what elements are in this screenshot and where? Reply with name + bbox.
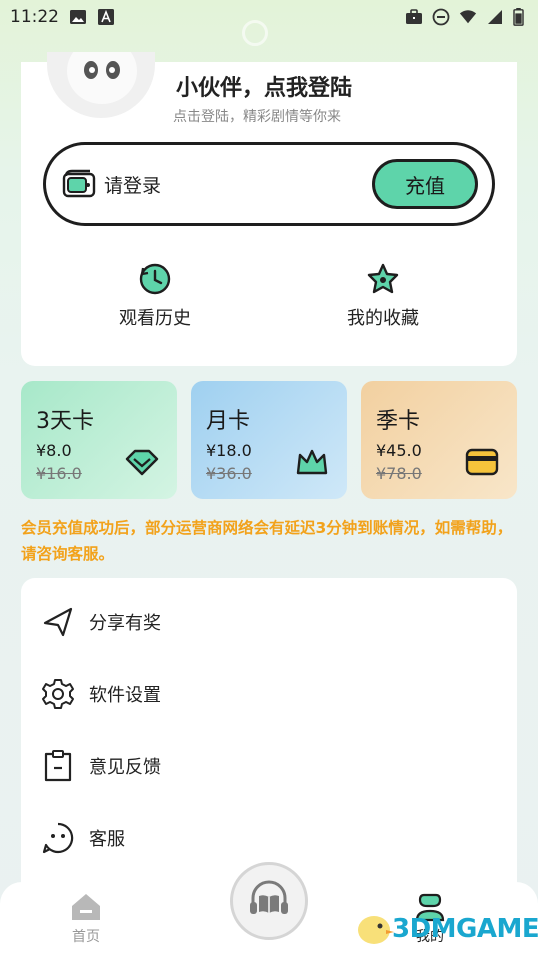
menu-item-share[interactable]: 分享有奖 [21, 586, 517, 658]
crown-icon [296, 449, 328, 475]
status-left: 11:22 [10, 7, 115, 27]
profile-name[interactable]: 小伙伴，点我登陆 [176, 70, 352, 102]
menu-item-label: 客服 [89, 829, 125, 850]
wallet-icon [62, 169, 96, 198]
battery-icon [513, 8, 524, 26]
signal-icon [488, 10, 502, 24]
status-bar: 11:22 [0, 0, 538, 34]
center-play-button[interactable] [230, 862, 308, 940]
status-time: 11:22 [10, 7, 59, 27]
recharge-button[interactable]: 充值 [372, 159, 478, 209]
image-icon [70, 10, 86, 24]
menu-item-label: 分享有奖 [89, 613, 161, 634]
login-prompt[interactable]: 请登录 [104, 171, 161, 198]
profile-subtitle: 点击登陆，精彩剧情等你来 [173, 109, 341, 125]
wifi-icon [459, 10, 477, 24]
a-font-icon [98, 9, 114, 25]
menu-item-label: 意见反馈 [89, 757, 161, 778]
vip-card-month[interactable]: 月卡 ¥18.0 ¥36.0 [191, 381, 347, 499]
vip-card-title: 季卡 [376, 409, 421, 434]
status-right [405, 8, 524, 26]
vip-cards: 3天卡 ¥8.0 ¥16.0 月卡 ¥18.0 ¥36.0 季卡 ¥45.0 ¥… [21, 381, 517, 499]
chat-face-icon [42, 822, 74, 854]
watermark-text: 3DMGAME [392, 914, 538, 944]
wallet-bar[interactable]: 请登录 充值 [43, 142, 495, 226]
share-arrow-icon [43, 607, 73, 637]
diamond-icon [125, 449, 159, 476]
menu-item-feedback[interactable]: 意见反馈 [21, 730, 517, 802]
history-clock-icon [139, 263, 171, 295]
do-not-disturb-icon [432, 8, 450, 26]
vip-card-title: 3天卡 [36, 409, 94, 434]
briefcase-icon [406, 9, 422, 24]
nav-tab-label: 首页 [72, 929, 100, 945]
vip-card-3day[interactable]: 3天卡 ¥8.0 ¥16.0 [21, 381, 177, 499]
vip-card-season[interactable]: 季卡 ¥45.0 ¥78.0 [361, 381, 517, 499]
nav-tab-home[interactable]: 首页 [56, 892, 116, 952]
panda-avatar-icon[interactable] [47, 52, 155, 118]
my-favorites-button[interactable]: 我的收藏 [313, 262, 453, 332]
menu-item-label: 软件设置 [89, 685, 161, 706]
home-icon [72, 894, 100, 920]
clipboard-icon [44, 750, 72, 782]
vip-card-title: 月卡 [206, 409, 251, 434]
my-favorites-label: 我的收藏 [347, 308, 419, 329]
watch-history-label: 观看历史 [119, 308, 191, 329]
watermark-logo: 3DMGAME [356, 902, 538, 954]
card-icon [465, 448, 499, 476]
gear-icon [42, 679, 74, 709]
profile-card: 小伙伴，点我登陆 点击登陆，精彩剧情等你来 请登录 充值 观看历史 我的收藏 [21, 52, 517, 366]
recharge-notice: 会员充值成功后，部分运营商网络会有延迟3分钟到账情况，如需帮助，请咨询客服。 [21, 519, 513, 563]
decorative-ring [242, 20, 268, 46]
star-favorite-icon [367, 263, 399, 294]
watch-history-button[interactable]: 观看历史 [85, 262, 225, 332]
menu-item-settings[interactable]: 软件设置 [21, 658, 517, 730]
headphone-book-icon [250, 880, 288, 914]
